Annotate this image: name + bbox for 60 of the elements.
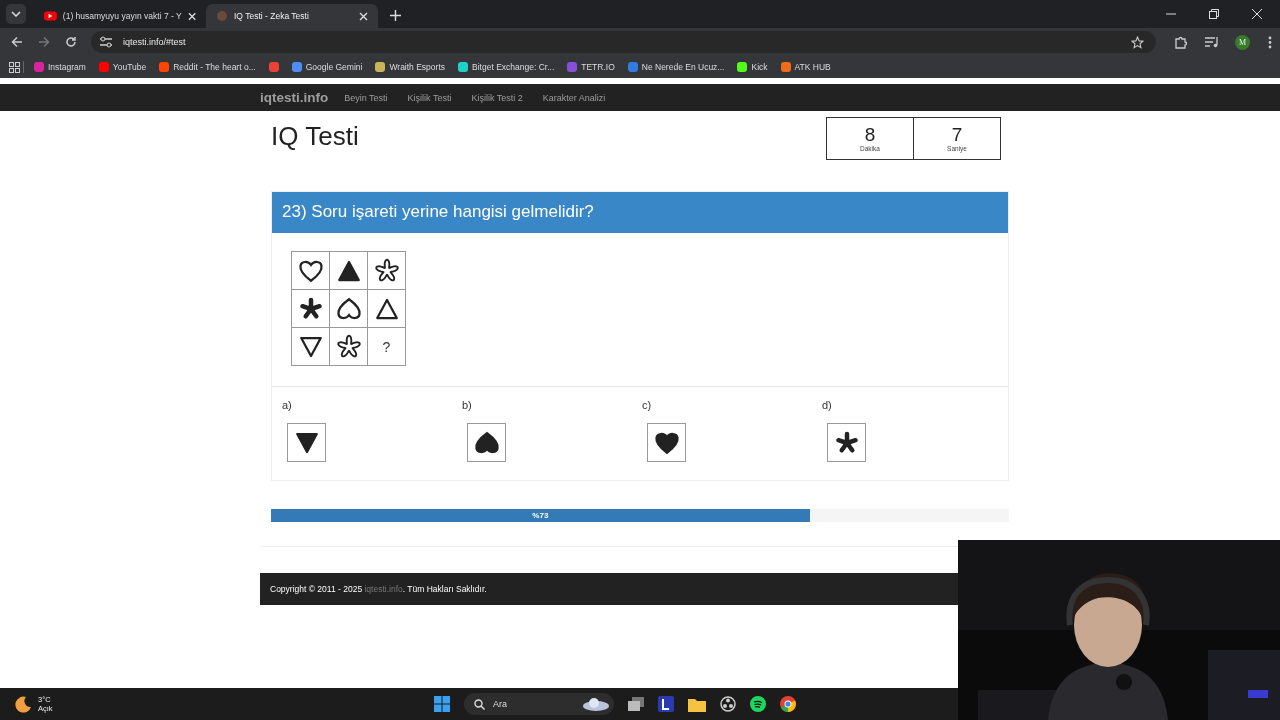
bookmark[interactable]: Kick: [734, 60, 771, 74]
close-icon[interactable]: [359, 11, 368, 21]
page-title: IQ Testi: [271, 121, 359, 153]
app-icon[interactable]: [658, 696, 674, 712]
moon-icon: [14, 695, 32, 713]
spotify-icon[interactable]: [750, 696, 766, 712]
start-icon[interactable]: [434, 696, 450, 712]
task-view-icon[interactable]: [628, 697, 644, 711]
bookmark[interactable]: TETR.IO: [564, 60, 618, 74]
browser-tab[interactable]: IQ Testi - Zeka Testi: [206, 4, 378, 28]
bookmark[interactable]: YouTube: [95, 60, 150, 74]
question-title: 23) Soru işareti yerine hangisi gelmelidir?: [272, 192, 1008, 233]
site-logo[interactable]: iqtesti.info: [260, 90, 329, 105]
bookmark[interactable]: Google Gemini: [288, 60, 366, 74]
folder-icon[interactable]: [688, 696, 706, 712]
timer-value: 7: [951, 124, 963, 146]
search-icon: [474, 698, 485, 710]
browser-tab[interactable]: (1) husamyuyu yayın vakti 7 - Y: [34, 4, 206, 28]
restore-icon[interactable]: [1209, 9, 1219, 19]
bookmark[interactable]: Instagram: [31, 60, 89, 74]
taskbar-search[interactable]: Ara: [464, 693, 614, 715]
progress-label: %73: [532, 511, 549, 520]
timer-value: 8: [864, 124, 876, 146]
search-field[interactable]: Ara: [491, 698, 576, 710]
menu-icon[interactable]: [1268, 35, 1272, 49]
close-icon[interactable]: [187, 11, 196, 21]
back-icon[interactable]: [11, 36, 23, 48]
address-bar[interactable]: iqtesti.info/#test: [91, 31, 1156, 53]
media-icon[interactable]: [1205, 36, 1219, 48]
copyright-text: Copyright © 2011 - 2025 iqtesti.info. Tüm Hakları Saklıdır.: [270, 584, 487, 594]
reload-icon[interactable]: [65, 36, 77, 48]
site-link[interactable]: iqtesti.info: [364, 584, 403, 594]
bookmark[interactable]: Ne Nerede En Ucuz...: [624, 60, 728, 74]
nav-link[interactable]: Kişilik Testi 2: [461, 92, 533, 103]
obs-icon[interactable]: [720, 696, 736, 712]
puzzle-icon[interactable]: [1174, 35, 1187, 49]
bookmark[interactable]: ATK HUB: [777, 60, 834, 74]
site-icon: [216, 10, 228, 22]
nav-link[interactable]: Beyin Testi: [334, 92, 398, 103]
play-icon: [44, 11, 57, 21]
apps-icon[interactable]: [9, 61, 20, 73]
forward-icon[interactable]: [38, 36, 50, 48]
bookmark[interactable]: Reddit - The heart o...: [156, 60, 259, 74]
bookmark[interactable]: Wraith Esports: [372, 60, 449, 74]
option-label: c): [642, 399, 652, 411]
cloud-icon: [582, 696, 610, 712]
new-tab-icon[interactable]: [390, 10, 401, 21]
tab-search-icon[interactable]: [6, 4, 26, 24]
close-icon[interactable]: [1252, 9, 1262, 19]
option-label: a): [282, 399, 292, 411]
chrome-icon[interactable]: [780, 696, 796, 712]
profile-avatar[interactable]: M: [1235, 34, 1250, 50]
site-settings-icon[interactable]: [99, 36, 113, 48]
star-icon[interactable]: [1131, 35, 1144, 49]
question-mark: ?: [382, 338, 391, 355]
option-label: d): [822, 399, 832, 411]
nav-link[interactable]: Karakter Analizi: [532, 92, 616, 103]
bookmark[interactable]: Bitget Exchange: Cr...: [455, 60, 558, 74]
option-label: b): [462, 399, 472, 411]
nav-link[interactable]: Kişilik Testi: [397, 92, 462, 103]
